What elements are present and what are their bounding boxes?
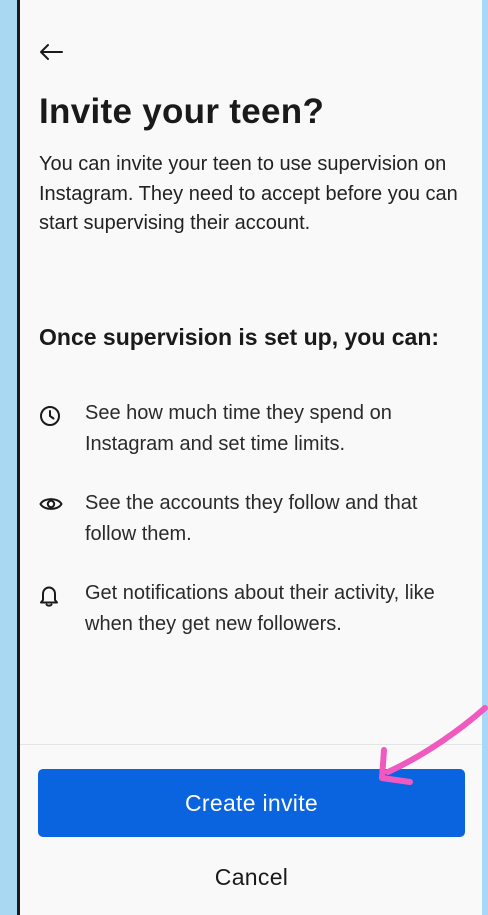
create-invite-button[interactable]: Create invite [38, 769, 465, 837]
feature-item-notifications: Get notifications about their activity, … [39, 578, 469, 640]
footer-divider [20, 744, 482, 745]
back-button[interactable] [38, 40, 68, 64]
feature-list: See how much time they spend on Instagra… [39, 398, 469, 668]
feature-text: Get notifications about their activity, … [85, 582, 435, 635]
feature-item-time: See how much time they spend on Instagra… [39, 398, 469, 460]
arrow-left-icon [40, 44, 63, 60]
feature-item-accounts: See the accounts they follow and that fo… [39, 488, 469, 550]
clock-icon [39, 405, 71, 427]
cancel-button[interactable]: Cancel [38, 855, 465, 899]
intro-text: You can invite your teen to use supervis… [39, 153, 458, 234]
bell-icon [39, 585, 71, 607]
features-heading: Once supervision is set up, you can: [39, 324, 440, 350]
feature-text: See how much time they spend on Instagra… [85, 402, 392, 455]
feature-text: See the accounts they follow and that fo… [85, 492, 418, 545]
phone-screen: Invite your teen? You can invite your te… [17, 0, 482, 915]
page-title: Invite your teen? [39, 92, 325, 131]
eye-icon [39, 495, 71, 513]
